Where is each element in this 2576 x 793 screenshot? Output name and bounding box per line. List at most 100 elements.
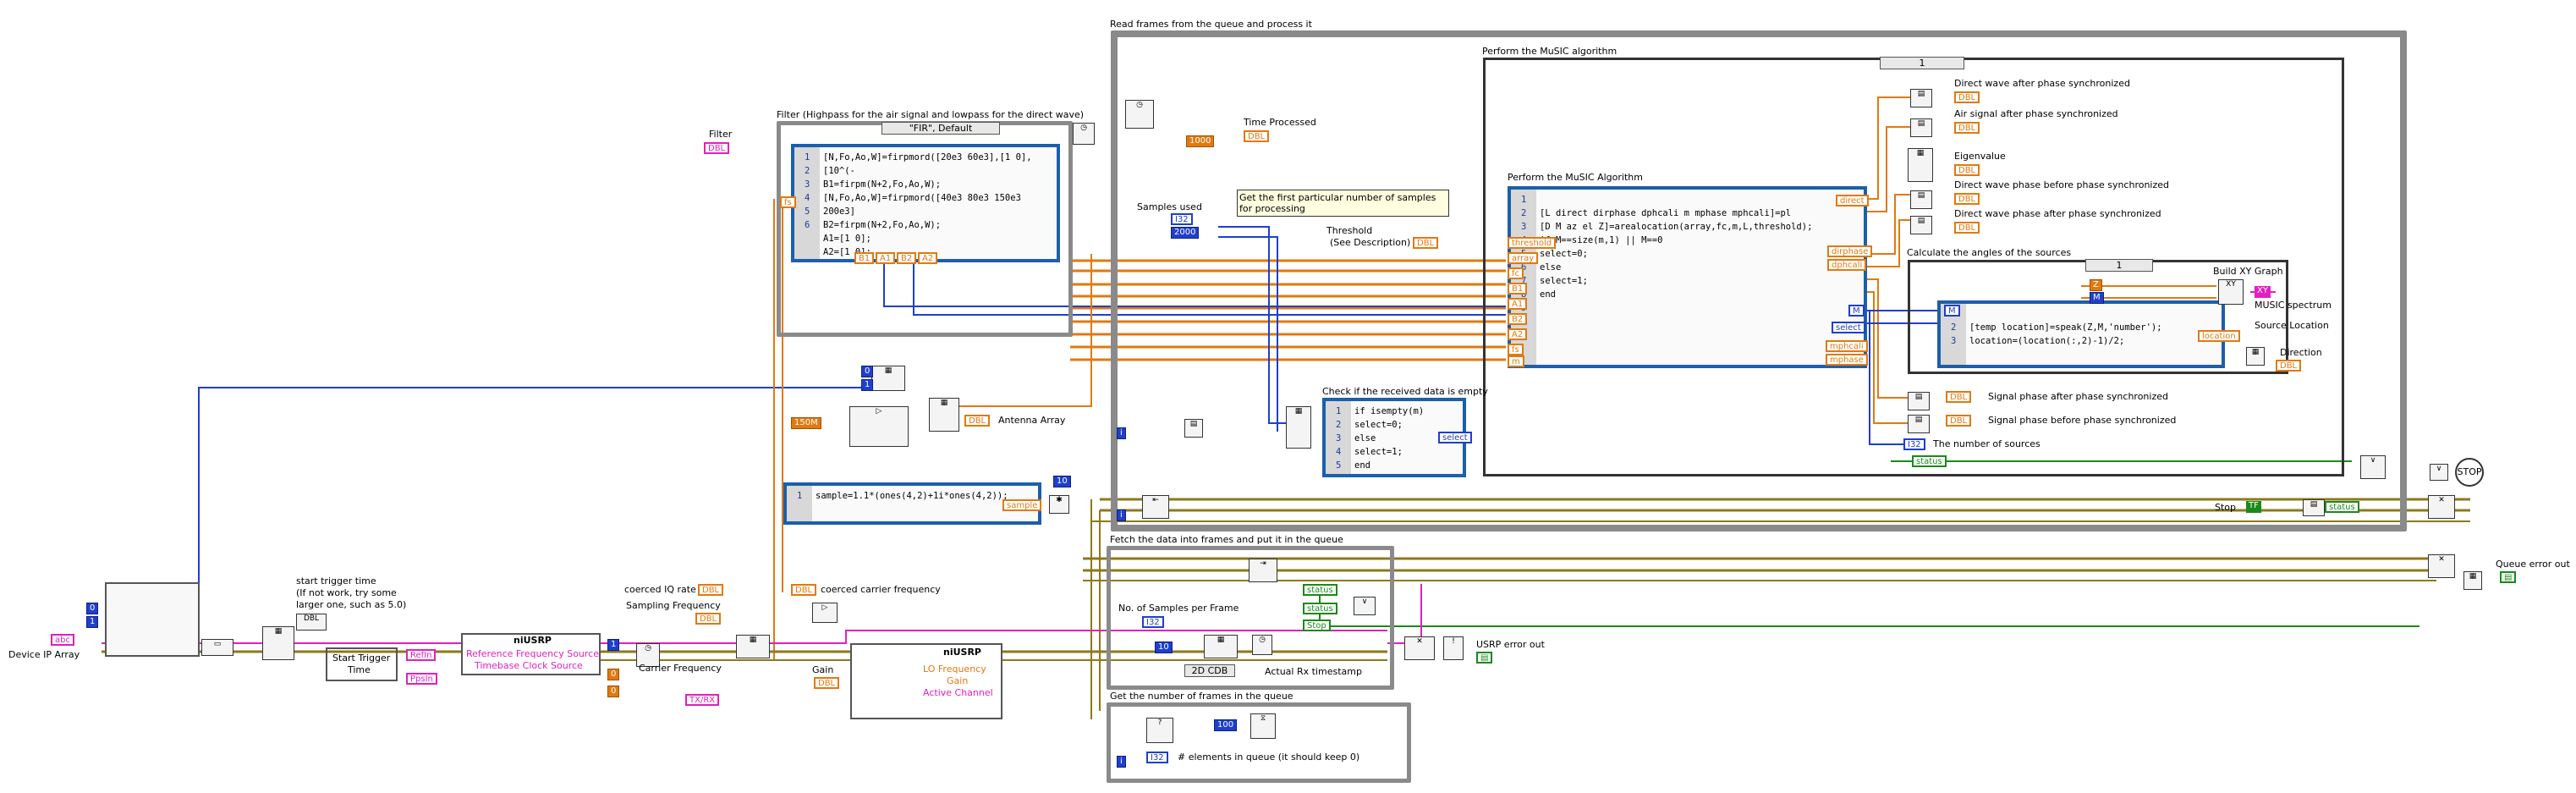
eigenvalue-indicator[interactable]: DBL: [1954, 164, 1980, 176]
read-frames-label: Read frames from the queue and process i…: [1110, 19, 1312, 30]
dequeue-icon: ⇤: [1142, 495, 1169, 519]
antenna-array-label: Antenna Array: [998, 415, 1066, 426]
multiply-block-icon: ▷: [812, 603, 838, 623]
case-selector-2[interactable]: 1: [2085, 259, 2153, 272]
loop-index-i-3: i: [1117, 509, 1126, 521]
coerced-iq-label: coerced IQ rate: [624, 584, 696, 595]
loop-index-i-2: i: [1117, 756, 1126, 768]
samples-used-label: Samples used: [1137, 201, 1202, 212]
coerced-carrier-indicator[interactable]: DBL: [791, 584, 817, 596]
direction-indicator[interactable]: DBL: [2276, 360, 2302, 372]
queue-err-indicator[interactable]: ▤: [2500, 571, 2517, 583]
txrx-control[interactable]: TX/RX: [685, 694, 720, 706]
angle-code-line: [1969, 307, 2162, 321]
num-sources-indicator[interactable]: I32: [1903, 438, 1925, 450]
start-trigger-label: start trigger time: [296, 575, 376, 586]
sample-terminal: sample: [1002, 499, 1042, 511]
eigen-matrix-icon: ▦: [1908, 148, 1933, 182]
fir-selector[interactable]: "FIR", Default: [882, 122, 1000, 135]
niusrp-configure-2[interactable]: niUSRP LO Frequency Gain Active Channel: [850, 643, 1002, 719]
antenna-array-indicator[interactable]: DBL: [964, 415, 991, 427]
actual-ts-label: Actual Rx timestamp: [1265, 666, 1362, 677]
coerced-iq-indicator[interactable]: DBL: [698, 584, 724, 596]
angle-code-line: [temp location]=speak(Z,M,'number');: [1969, 322, 2162, 333]
array-terminal: array: [1508, 252, 1539, 264]
fs-terminal: fs: [1508, 344, 1524, 355]
cdb-selector[interactable]: 2D CDB: [1184, 664, 1235, 677]
angle-code-line: location=(location(:,2)-1)/2;: [1969, 336, 2125, 346]
enqueue-icon: ⇥: [1249, 559, 1277, 582]
sampling-freq-control[interactable]: DBL: [695, 613, 722, 625]
filter-control[interactable]: DBL: [704, 142, 730, 154]
direct-sync-label: Direct wave after phase synchronized: [1954, 78, 2130, 89]
empty-code-line: end: [1354, 460, 1370, 471]
direct-after-indicator[interactable]: DBL: [1954, 222, 1980, 234]
empty-code-line: select=0;: [1354, 420, 1403, 430]
sample-code: sample=1.1*(ones(4,2)+1i*ones(4,2));: [816, 489, 1008, 503]
start-note-2: larger one, such as 5.0): [296, 599, 407, 610]
music-mathscript-node[interactable]: 123456789 [L direct dirphase dphcali m m…: [1508, 186, 1867, 368]
array-const-icon: ▦: [871, 366, 905, 391]
active-ch-label: Active Channel: [923, 687, 993, 698]
const-1c: 1: [607, 639, 620, 651]
stop-button[interactable]: TF: [2246, 501, 2261, 513]
filter-fs-in: fs: [780, 196, 796, 208]
loop-index-i: i: [1117, 427, 1126, 439]
music-spectrum-label: MUSIC spectrum: [2255, 300, 2332, 311]
tick-count-icon: ◷: [1125, 100, 1154, 129]
usrp-err-indicator[interactable]: ▤: [1476, 652, 1493, 664]
threshold-label: Threshold: [1326, 225, 1373, 236]
b2-terminal: B2: [1508, 313, 1528, 325]
build-xy-graph-icon[interactable]: XY: [2218, 279, 2244, 305]
filter-line-numbers: 123456: [805, 152, 810, 230]
release-queue-icon-2: ✕: [2428, 554, 2455, 578]
threshold-control[interactable]: DBL: [1413, 237, 1439, 249]
filter-mathscript-node[interactable]: 123456 [N,Fo,Ao,W]=firpmord([20e3 60e3],…: [791, 144, 1060, 262]
array-subset-icon-2: ▤: [1910, 118, 1932, 137]
z-input: Z: [2090, 279, 2102, 291]
gain-in-label: Gain: [947, 675, 969, 686]
filter-a1-out: A1: [876, 252, 896, 264]
signal-after-label: Signal phase after phase synchronized: [1988, 391, 2168, 402]
direct-before-indicator[interactable]: DBL: [1954, 193, 1980, 205]
stop-icon[interactable]: STOP: [2455, 458, 2484, 487]
start-note-1: (If not work, try some: [296, 587, 397, 598]
mphcali-terminal: mphcali: [1826, 340, 1868, 352]
filter-code-line: B2=firpm(N+2,Fo,Ao,W);: [823, 220, 942, 230]
angle-mathscript-node[interactable]: 123 [temp location]=speak(Z,M,'number');…: [1937, 300, 2225, 368]
timestamp-icon: ◷: [1252, 635, 1272, 655]
niusrp-2-label: niUSRP: [943, 647, 981, 658]
direct-sync-indicator[interactable]: DBL: [1954, 91, 1980, 103]
filter-label: Filter: [709, 129, 733, 140]
ppsin-control[interactable]: PpsIn: [406, 673, 437, 685]
direct-before-label: Direct wave phase before phase synchroni…: [1954, 179, 2170, 190]
air-sync-indicator[interactable]: DBL: [1954, 122, 1980, 134]
niusrp-configure-1[interactable]: niUSRP Reference Frequency Source Timeba…: [461, 633, 601, 675]
device-ip-control[interactable]: abc: [51, 634, 74, 646]
empty-line-numbers: 12345: [1336, 406, 1342, 471]
refin-control[interactable]: RefIn: [406, 649, 437, 661]
sample-code-line: sample=1.1*(ones(4,2)+1i*ones(4,2));: [816, 491, 1008, 501]
music-code-line: else: [1540, 262, 1562, 273]
music-code-line: [1540, 301, 1812, 315]
const-0c: 0: [607, 669, 620, 680]
device-ip-label: Device IP Array: [8, 649, 80, 660]
gain-control[interactable]: DBL: [814, 677, 840, 689]
start-trigger-time-control[interactable]: Start Trigger Time: [326, 647, 398, 681]
signal-before-indicator[interactable]: DBL: [1946, 415, 1972, 427]
music-inner-label: Perform the MuSIC Algorithm: [1508, 172, 1643, 183]
music-spectrum-indicator[interactable]: XY: [2255, 286, 2271, 298]
music-code-line: end: [1540, 289, 1556, 300]
samples-used-indicator[interactable]: I32: [1171, 213, 1193, 225]
build-array-icon-2: ▦: [929, 398, 959, 432]
status-terminal-2: status: [1303, 584, 1337, 596]
no-samples-control[interactable]: I32: [1142, 616, 1164, 628]
array-index-icon: ▦: [2246, 347, 2265, 366]
time-processed-indicator[interactable]: DBL: [1244, 130, 1270, 142]
const-1000: 1000: [1186, 135, 1215, 147]
air-sync-label: Air signal after phase synchronized: [1954, 108, 2118, 119]
signal-after-indicator[interactable]: DBL: [1946, 391, 1972, 403]
unbundle-icon: ▤: [2303, 499, 2325, 516]
elements-indicator[interactable]: I32: [1146, 752, 1168, 763]
case-selector-1[interactable]: 1: [1880, 57, 1964, 69]
